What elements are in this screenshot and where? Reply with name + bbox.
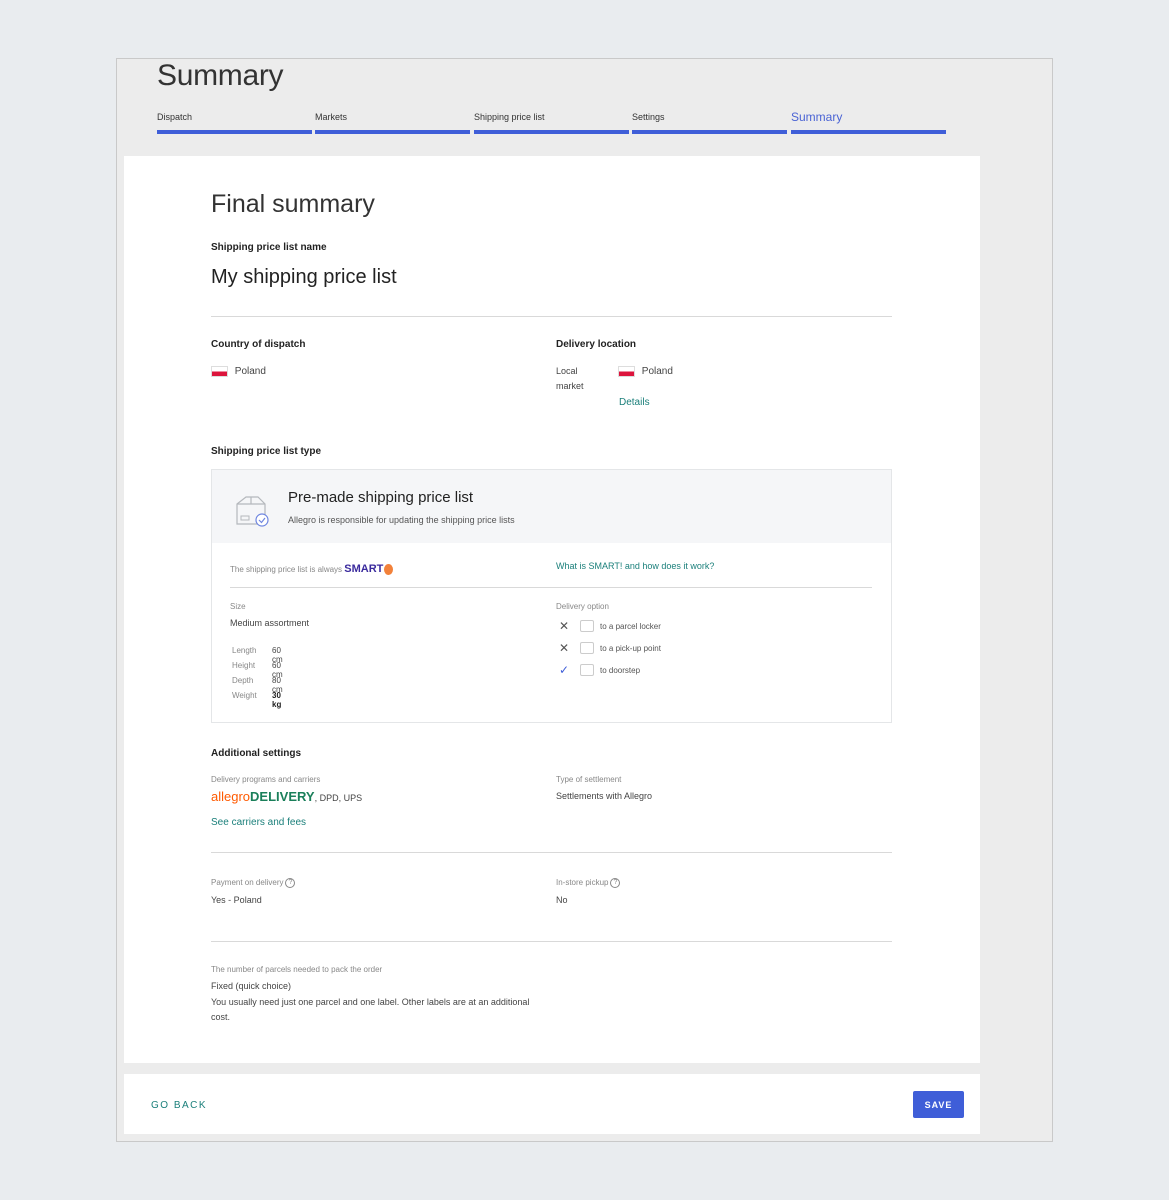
type-label: Shipping price list type <box>211 446 322 457</box>
type-header: Pre-made shipping price list Allegro is … <box>212 470 891 543</box>
cod-label-wrap: Payment on delivery? <box>211 878 296 888</box>
delivery-option-label: Delivery option <box>556 602 609 611</box>
poland-flag-icon <box>618 366 635 377</box>
smart-prefix: The shipping price list is always <box>230 565 343 574</box>
settlement-value: Settlements with Allegro <box>556 791 653 801</box>
footer-bar: GO BACK SAVE <box>124 1074 980 1134</box>
final-summary-title: Final summary <box>211 190 375 218</box>
step-label: Settings <box>632 112 665 122</box>
settlement-label: Type of settlement <box>556 775 622 784</box>
delivery-label: Delivery location <box>556 339 637 350</box>
size-label: Size <box>230 602 246 611</box>
parcels-note: You usually need just one parcel and one… <box>211 997 530 1022</box>
smart-badge: SMART <box>344 563 384 575</box>
divider <box>211 941 892 942</box>
country-value: Poland <box>211 366 266 377</box>
step-label: Markets <box>315 112 348 122</box>
summary-card: Final summary Shipping price list name M… <box>124 156 980 1063</box>
delivery-option: ✕ to a pick-up point <box>556 641 661 655</box>
step-bar <box>315 130 470 134</box>
details-link[interactable]: Details <box>619 397 650 408</box>
name-label: Shipping price list name <box>211 242 327 253</box>
cod-label: Payment on delivery <box>211 878 284 888</box>
delivery-country: Poland <box>618 366 673 377</box>
local-market-label: Local market <box>556 366 584 391</box>
page-title: Summary <box>157 59 284 92</box>
step-label: Summary <box>791 110 843 124</box>
allegro-text: allegro <box>211 789 251 804</box>
pickup-label-wrap: In-store pickup? <box>556 878 621 888</box>
poland-flag-icon <box>211 366 228 377</box>
step-markets[interactable]: Markets <box>315 111 470 135</box>
dimension-key: Height <box>232 661 256 670</box>
help-icon[interactable]: ? <box>610 878 621 888</box>
divider <box>211 852 892 853</box>
carriers-value: allegroDELIVERY, DPD, UPS <box>211 789 362 804</box>
size-value: Medium assortment <box>230 618 310 628</box>
delivery-options: ✕ to a parcel locker ✕ to a pick-up poin… <box>556 619 856 679</box>
cod-value: Yes - Poland <box>211 895 262 905</box>
pickup-value: No <box>556 895 568 905</box>
dimension-key: Depth <box>232 676 254 685</box>
delivery-country-name: Poland <box>641 366 673 378</box>
go-back-button[interactable]: GO BACK <box>151 1100 207 1111</box>
pickup-point-icon <box>580 642 594 654</box>
programs-label: Delivery programs and carriers <box>211 775 321 784</box>
smart-line: The shipping price list is always SMART <box>230 563 394 576</box>
cross-icon: ✕ <box>558 619 570 633</box>
dimension-value: 30 kg <box>272 691 282 709</box>
parcels-value: Fixed (quick choice) <box>211 981 292 991</box>
country-name: Poland <box>234 366 266 378</box>
pickup-label: In-store pickup <box>556 878 609 888</box>
step-dispatch[interactable]: Dispatch <box>157 111 312 135</box>
step-bar <box>632 130 787 134</box>
type-title: Pre-made shipping price list <box>288 489 474 506</box>
type-subtitle: Allegro is responsible for updating the … <box>288 515 515 525</box>
delivery-option: ✕ to a parcel locker <box>556 619 661 633</box>
divider <box>230 587 872 588</box>
country-label: Country of dispatch <box>211 339 306 350</box>
carriers-fees-link[interactable]: See carriers and fees <box>211 817 306 828</box>
smart-info-link[interactable]: What is SMART! and how does it work? <box>556 561 714 571</box>
step-shipping-price-list[interactable]: Shipping price list <box>474 111 629 135</box>
additional-settings-title: Additional settings <box>211 748 301 759</box>
option-label: to a parcel locker <box>600 621 661 631</box>
step-label: Dispatch <box>157 112 193 122</box>
allegro-delivery-logo: allegroDELIVERY <box>211 789 315 804</box>
check-icon: ✓ <box>558 663 570 677</box>
parcel-locker-icon <box>580 620 594 632</box>
smart-logo-icon <box>384 564 394 576</box>
dimensions-list: Length 60 cm Height 60 cm Depth 80 cm We… <box>232 646 352 710</box>
step-summary[interactable]: Summary <box>791 110 946 135</box>
divider <box>211 316 892 317</box>
delivery-text: DELIVERY <box>250 789 315 804</box>
dimension-key: Length <box>232 646 257 655</box>
step-bar <box>157 130 312 134</box>
price-list-type-box: Pre-made shipping price list Allegro is … <box>211 469 892 723</box>
cross-icon: ✕ <box>558 641 570 655</box>
wizard-frame: Summary Dispatch Markets Shipping price … <box>116 58 1053 1142</box>
stepper: Dispatch Markets Shipping price list Set… <box>157 110 947 135</box>
delivery-option: ✓ to doorstep <box>556 663 640 677</box>
dimension-key: Weight <box>232 691 257 700</box>
parcels-label: The number of parcels needed to pack the… <box>211 965 383 974</box>
option-label: to a pick-up point <box>600 643 661 653</box>
step-settings[interactable]: Settings <box>632 111 787 135</box>
doorstep-icon <box>580 664 594 676</box>
parcel-check-icon <box>236 496 269 527</box>
help-icon[interactable]: ? <box>285 878 296 888</box>
step-bar <box>474 130 629 134</box>
save-button[interactable]: SAVE <box>913 1091 964 1118</box>
carriers-suffix: , DPD, UPS <box>314 793 363 803</box>
step-bar <box>791 130 946 134</box>
step-label: Shipping price list <box>474 112 545 122</box>
option-label: to doorstep <box>600 665 641 675</box>
price-list-name: My shipping price list <box>211 266 397 288</box>
